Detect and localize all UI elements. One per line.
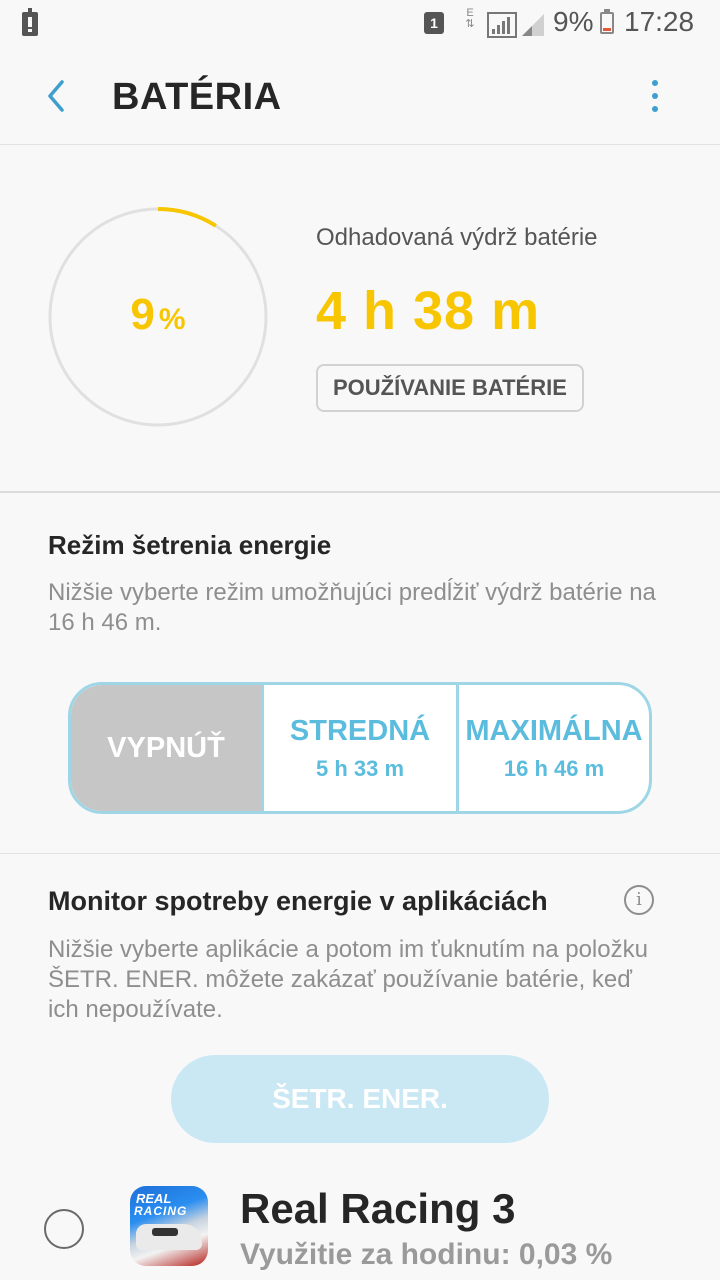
section-divider xyxy=(0,853,720,854)
mode-maximum-label: MAXIMÁLNA xyxy=(465,714,643,747)
sim-icon: 1 xyxy=(424,12,444,34)
mode-medium-time: 5 h 33 m xyxy=(315,755,405,781)
network-type-icon: E ⇅ xyxy=(465,7,475,30)
mode-maximum-button[interactable]: MAXIMÁLNA 16 h 46 m xyxy=(459,685,649,811)
more-vert-icon[interactable] xyxy=(640,78,670,118)
clock: 17:28 xyxy=(624,6,695,37)
page-title: BATÉRIA xyxy=(112,76,282,118)
battery-percent: 9% xyxy=(553,6,594,37)
signal-icon xyxy=(487,12,517,38)
network-type-label: E xyxy=(466,7,474,19)
alert-icon xyxy=(22,8,38,36)
real-racing-app-icon: REAL RACING xyxy=(130,1186,208,1266)
app-usage: Využitie za hodinu: 0,03 % xyxy=(240,1238,613,1271)
app-monitor-description: Nižšie vyberte aplikácie a potom im ťukn… xyxy=(48,936,648,1023)
battery-level-text: 9% xyxy=(48,290,268,340)
app-select-radio[interactable] xyxy=(44,1209,84,1249)
battery-level-unit: % xyxy=(158,303,186,336)
app-name: Real Racing 3 xyxy=(240,1185,516,1232)
mode-medium-label: STREDNÁ xyxy=(289,714,431,747)
estimate-value: 4 h 38 m xyxy=(316,281,541,341)
mode-maximum-time: 16 h 46 m xyxy=(503,755,605,781)
battery-level-value: 9 xyxy=(130,290,155,339)
app-monitor-title: Monitor spotreby energie v aplikáciách xyxy=(48,886,548,916)
section-divider xyxy=(0,491,720,493)
chevron-left-icon[interactable] xyxy=(40,78,76,114)
mode-medium-button[interactable]: STREDNÁ 5 h 33 m xyxy=(261,685,459,811)
signal-weak-icon xyxy=(522,14,544,36)
battery-icon xyxy=(600,9,614,34)
mode-off-button[interactable]: VYPNÚŤ xyxy=(71,685,261,811)
save-power-button[interactable]: ŠETR. ENER. xyxy=(171,1055,549,1143)
status-bar: 1 E ⇅ 9% 17:28 xyxy=(0,0,720,48)
app-icon-text-2: RACING xyxy=(134,1204,188,1218)
power-mode-selector: VYPNÚŤ STREDNÁ 5 h 33 m MAXIMÁLNA 16 h 4… xyxy=(68,682,652,814)
mode-off-label: VYPNÚŤ xyxy=(107,731,225,764)
battery-level-arc xyxy=(157,207,217,228)
power-saving-title: Režim šetrenia energie xyxy=(48,530,332,560)
race-car-image xyxy=(136,1224,202,1250)
power-saving-description: Nižšie vyberte režim umožňujúci predĺžiť… xyxy=(48,579,656,636)
app-bar: BATÉRIA xyxy=(0,48,720,145)
info-icon[interactable]: i xyxy=(624,885,654,915)
battery-usage-button[interactable]: POUŽÍVANIE BATÉRIE xyxy=(316,364,584,412)
estimate-label: Odhadovaná výdrž batérie xyxy=(316,224,598,251)
